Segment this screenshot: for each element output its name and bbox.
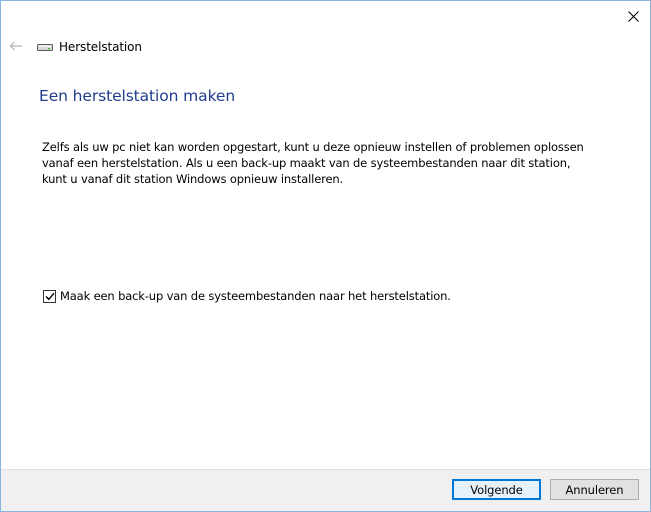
app-title: Herstelstation (59, 40, 142, 54)
page-title: Een herstelstation maken (39, 87, 236, 105)
next-button[interactable]: Volgende (452, 479, 541, 500)
description-line: kunt u vanaf dit station Windows opnieuw… (42, 172, 344, 186)
recovery-drive-wizard-window: Herstelstation Een herstelstation maken … (0, 0, 651, 512)
close-icon (627, 10, 639, 22)
checkmark-icon (45, 292, 55, 300)
description-text: Zelfs als uw pc niet kan worden opgestar… (42, 139, 584, 187)
wizard-footer: Volgende Annuleren (1, 469, 650, 511)
description-line: vanaf een herstelstation. Als u een back… (42, 156, 571, 170)
description-line: Zelfs als uw pc niet kan worden opgestar… (42, 140, 584, 154)
backup-system-files-option[interactable]: Maak een back-up van de systeembestanden… (43, 288, 451, 304)
backup-system-files-label[interactable]: Maak een back-up van de systeembestanden… (60, 289, 451, 303)
back-button[interactable] (5, 37, 27, 55)
close-button[interactable] (616, 1, 650, 31)
arrow-left-icon (9, 41, 22, 51)
cancel-button[interactable]: Annuleren (550, 479, 639, 500)
backup-system-files-checkbox[interactable] (43, 289, 56, 303)
drive-icon (37, 41, 55, 53)
window-header: Herstelstation (37, 39, 142, 55)
